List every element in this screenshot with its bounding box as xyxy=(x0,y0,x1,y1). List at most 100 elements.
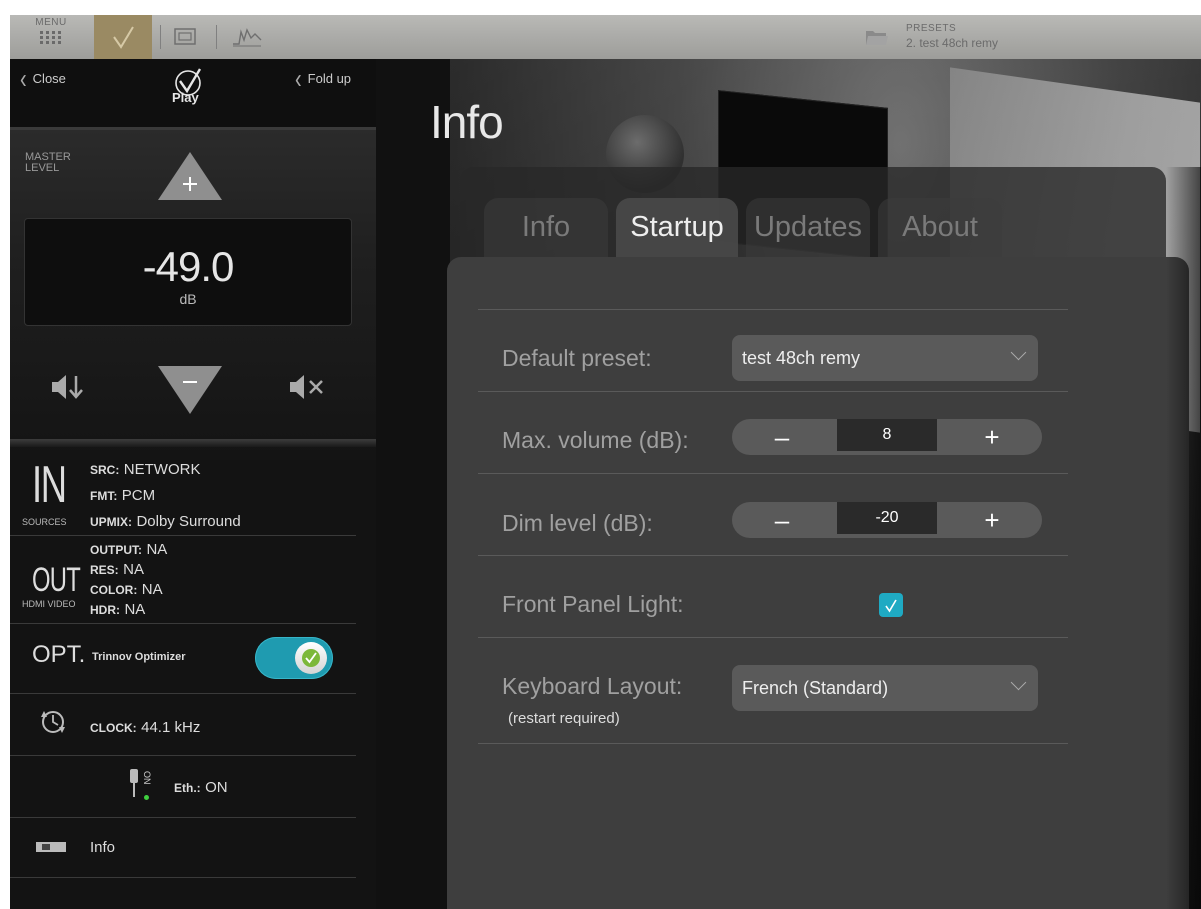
keyboard-layout-select[interactable]: French (Standard) xyxy=(732,665,1038,711)
eth-key: Eth.: xyxy=(174,781,201,795)
speaker-dim-icon xyxy=(52,375,83,399)
mute-button[interactable] xyxy=(288,372,332,402)
triangle-down-minus-icon xyxy=(158,366,222,414)
ethernet-section[interactable]: ON Eth.: ON xyxy=(10,757,356,818)
toggle-knob xyxy=(295,642,327,674)
max-volume-increment-button[interactable]: + xyxy=(942,419,1042,455)
upmix-key: UPMIX: xyxy=(90,515,132,529)
presets-label: PRESETS xyxy=(906,23,957,34)
upmix-value: Dolby Surround xyxy=(136,513,241,530)
sidebar-item-info[interactable]: Info xyxy=(10,819,356,878)
top-bar: MENU PRESETS 2. test 48ch remy xyxy=(10,15,1201,59)
ethernet-on-indicator: ON xyxy=(142,771,152,785)
dim-level-increment-button[interactable]: + xyxy=(942,502,1042,538)
master-level-label: MASTER LEVEL xyxy=(25,152,71,174)
volume-up-button[interactable] xyxy=(156,150,224,202)
page-title: Info xyxy=(430,96,504,148)
eth-value: ON xyxy=(205,779,228,796)
dim-button[interactable] xyxy=(50,372,92,402)
topbar-tab-settings[interactable] xyxy=(94,15,152,59)
divider xyxy=(478,637,1068,638)
clock-section[interactable]: CLOCK: 44.1 kHz xyxy=(10,695,356,756)
panel-edge-shadow xyxy=(1166,167,1201,909)
res-key: RES: xyxy=(90,563,119,577)
play-logo-text: Play xyxy=(172,90,199,105)
max-volume-decrement-button[interactable]: – xyxy=(732,419,832,455)
optimizer-toggle[interactable] xyxy=(255,637,333,679)
menu-button[interactable]: MENU xyxy=(26,15,76,59)
color-key: COLOR: xyxy=(90,583,138,597)
opt-label: OPT. xyxy=(32,641,86,668)
master-level-panel: MASTER LEVEL -49.0 dB xyxy=(10,127,376,460)
output-section[interactable]: OUT HDMI VIDEO OUTPUT: NA RES: NA COLOR:… xyxy=(10,537,356,624)
src-value: NETWORK xyxy=(123,461,201,478)
chevron-down-icon xyxy=(1010,674,1027,691)
menu-label: MENU xyxy=(35,17,67,28)
menu-grid-icon xyxy=(40,31,61,44)
folder-icon[interactable] xyxy=(864,25,890,49)
volume-display: -49.0 dB xyxy=(24,218,352,326)
dim-level-stepper: – -20 + xyxy=(732,502,1042,538)
default-preset-value: test 48ch remy xyxy=(742,348,861,368)
fold-up-label: Fold up xyxy=(307,71,352,86)
default-preset-select[interactable]: test 48ch remy xyxy=(732,335,1038,381)
output-key: OUTPUT: xyxy=(90,543,142,557)
device-icon xyxy=(34,839,68,860)
color-value: NA xyxy=(141,581,163,598)
close-button[interactable]: ‹ Close xyxy=(20,64,66,95)
divider xyxy=(478,473,1068,474)
src-key: SRC: xyxy=(90,463,120,477)
checkmark-icon xyxy=(302,649,320,667)
close-label: Close xyxy=(32,71,66,86)
topbar-tab-speakers[interactable] xyxy=(170,24,200,50)
keyboard-layout-label: Keyboard Layout: xyxy=(502,673,683,699)
front-panel-light-label: Front Panel Light: xyxy=(502,591,684,617)
fmt-value: PCM xyxy=(121,487,156,504)
divider xyxy=(216,25,217,49)
output-value: NA xyxy=(146,541,168,558)
master-label-line2: LEVEL xyxy=(25,162,60,174)
divider xyxy=(160,25,161,49)
chevron-left-icon: ‹ xyxy=(295,64,302,96)
sidebar: ‹ Close ‹ Fold up Play MASTER LEVEL -49.… xyxy=(10,59,376,909)
in-sub-label: SOURCES xyxy=(22,517,67,527)
hdr-value: NA xyxy=(124,601,146,618)
app-window: MENU PRESETS 2. test 48ch remy Info Info… xyxy=(10,15,1201,909)
dim-level-decrement-button[interactable]: – xyxy=(732,502,832,538)
topbar-tab-response[interactable] xyxy=(230,24,264,50)
res-value: NA xyxy=(123,561,144,578)
chevron-down-icon xyxy=(1010,344,1027,361)
out-sub-label: HDMI VIDEO xyxy=(22,599,76,609)
volume-unit: dB xyxy=(179,291,197,307)
hdr-key: HDR: xyxy=(90,603,120,617)
input-section[interactable]: IN SOURCES SRC: NETWORK FMT: PCM UPMIX: … xyxy=(10,449,356,536)
fold-up-button[interactable]: ‹ Fold up xyxy=(295,64,352,95)
current-preset[interactable]: 2. test 48ch remy xyxy=(906,36,998,50)
fmt-key: FMT: xyxy=(90,489,118,503)
triangle-up-plus-icon xyxy=(158,152,222,200)
optimizer-section: OPT. Trinnov Optimizer xyxy=(10,625,356,694)
max-volume-stepper: – 8 + xyxy=(732,419,1042,455)
dim-level-label: Dim level (dB): xyxy=(502,510,653,536)
sidebar-divider xyxy=(10,439,376,447)
clock-key: CLOCK: xyxy=(90,721,137,735)
max-volume-value[interactable]: 8 xyxy=(837,419,937,451)
volume-down-button[interactable] xyxy=(156,364,224,416)
play-logo: Play xyxy=(168,67,212,107)
front-panel-light-checkbox[interactable] xyxy=(879,593,903,617)
frequency-curve-icon xyxy=(233,28,262,47)
optimizer-label: Trinnov Optimizer xyxy=(92,651,186,663)
checkmark-icon xyxy=(885,599,897,613)
clock-value: 44.1 kHz xyxy=(141,719,201,736)
keyboard-layout-hint: (restart required) xyxy=(508,710,620,727)
ethernet-status-dot xyxy=(144,795,149,800)
clock-sync-icon xyxy=(36,705,70,744)
info-label: Info xyxy=(90,839,116,856)
divider xyxy=(478,743,1068,744)
divider xyxy=(478,555,1068,556)
dim-level-value[interactable]: -20 xyxy=(837,502,937,534)
keyboard-layout-value: French (Standard) xyxy=(742,678,889,698)
divider xyxy=(478,391,1068,392)
chevron-left-icon: ‹ xyxy=(20,64,27,96)
volume-value: -49.0 xyxy=(142,243,235,290)
